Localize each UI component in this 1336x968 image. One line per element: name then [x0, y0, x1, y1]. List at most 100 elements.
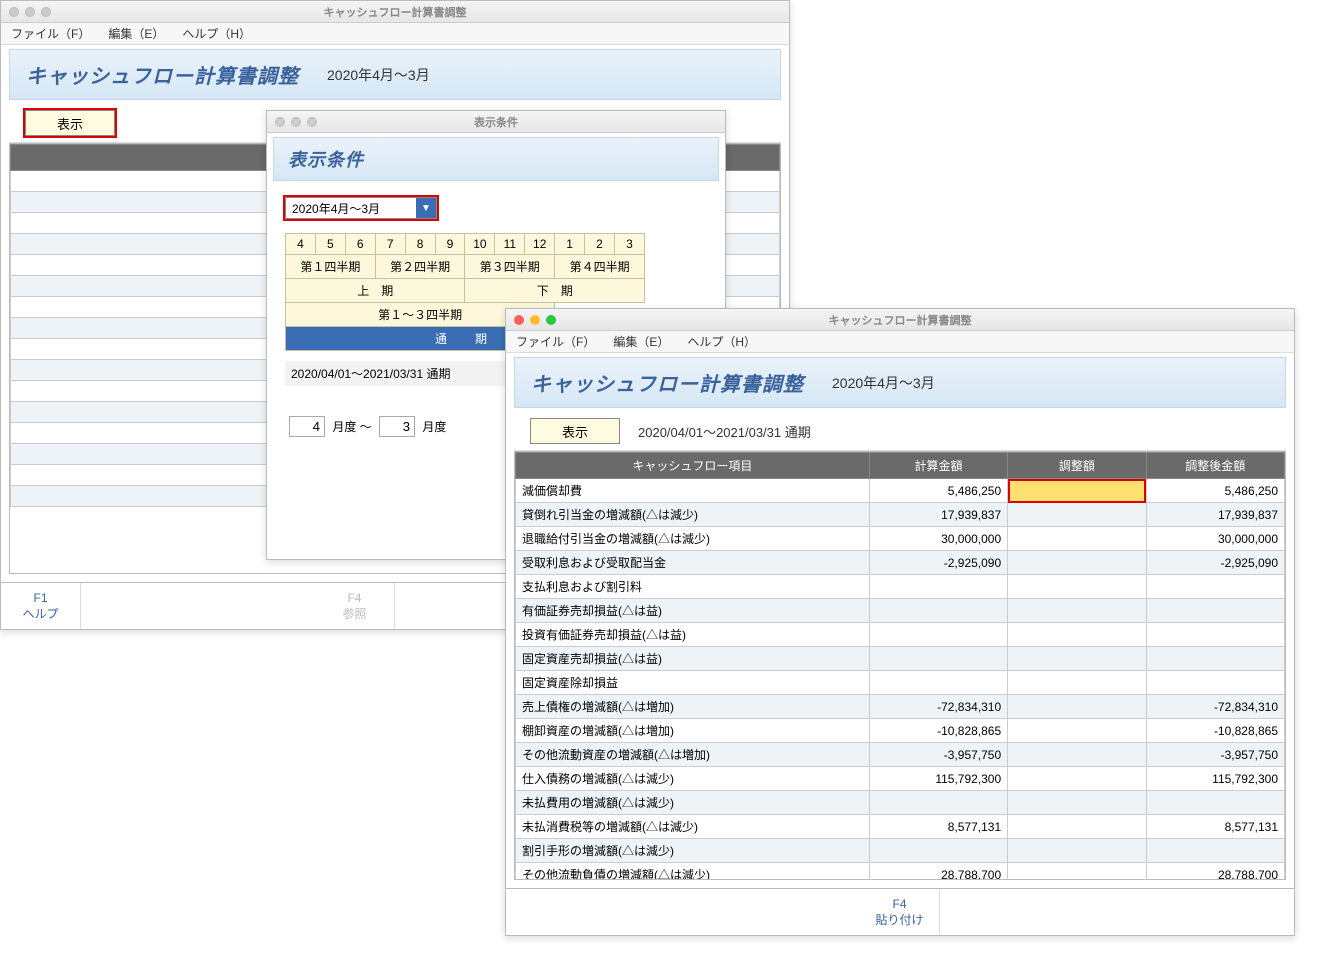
table-row[interactable]: 退職給付引当金の増減額(△は減少)30,000,00030,000,000 [516, 527, 1285, 551]
menu-file[interactable]: ファイル（F） [516, 333, 595, 350]
table-row[interactable]: 減価償却費5,486,2505,486,250 [516, 479, 1285, 503]
cell-item: 固定資産除却損益 [516, 671, 870, 695]
titlebar-front: キャッシュフロー計算書調整 [506, 309, 1294, 331]
cell-calc [869, 839, 1007, 863]
table-row[interactable]: 固定資産除却損益 [516, 671, 1285, 695]
fkey-f4-front[interactable]: F4貼り付け [860, 889, 940, 935]
cell-adj[interactable] [1008, 527, 1146, 551]
cell-adj[interactable] [1008, 551, 1146, 575]
cashflow-table-front: キャッシュフロー項目 計算金額 調整額 調整後金額 減価償却費5,486,250… [515, 452, 1285, 879]
cell-calc [869, 647, 1007, 671]
period-month-8[interactable]: 8 [405, 234, 435, 255]
period-month-3[interactable]: 3 [614, 234, 644, 255]
chevron-down-icon[interactable]: ▼ [416, 198, 436, 218]
cell-adj[interactable] [1008, 695, 1146, 719]
period-month-2[interactable]: 2 [585, 234, 615, 255]
period-label-front: 2020年4月～3月 [832, 373, 935, 393]
menu-edit[interactable]: 編集（E） [613, 333, 669, 350]
cell-adj[interactable] [1008, 503, 1146, 527]
window-title-front: キャッシュフロー計算書調整 [506, 312, 1294, 328]
table-row[interactable]: 投資有価証券売却損益(△は益) [516, 623, 1285, 647]
table-row[interactable]: 仕入債務の増減額(△は減少)115,792,300115,792,300 [516, 767, 1285, 791]
cell-after [1146, 839, 1284, 863]
range-text-front: 2020/04/01～2021/03/31 通期 [638, 422, 811, 441]
cell-adj[interactable] [1008, 647, 1146, 671]
period-quarter[interactable]: 第２四半期 [375, 255, 465, 279]
titlebar-dialog: 表示条件 [267, 111, 725, 133]
period-quarter[interactable]: 第３四半期 [465, 255, 555, 279]
table-row[interactable]: その他流動資産の増減額(△は増加)-3,957,750-3,957,750 [516, 743, 1285, 767]
period-month-10[interactable]: 10 [465, 234, 495, 255]
cell-after: 8,577,131 [1146, 815, 1284, 839]
period-quarter[interactable]: 第４四半期 [555, 255, 645, 279]
cell-calc: 30,000,000 [869, 527, 1007, 551]
dialog-title: 表示条件 [288, 146, 364, 172]
cell-adj[interactable] [1008, 599, 1146, 623]
page-title-front: キャッシュフロー計算書調整 [531, 368, 804, 397]
cell-adj[interactable] [1008, 791, 1146, 815]
period-month-5[interactable]: 5 [315, 234, 345, 255]
dialog-window-title: 表示条件 [267, 114, 725, 130]
table-row[interactable]: 割引手形の増減額(△は減少) [516, 839, 1285, 863]
table-row[interactable]: 未払費用の増減額(△は減少) [516, 791, 1285, 815]
cell-adj[interactable] [1008, 767, 1146, 791]
period-month-12[interactable]: 12 [525, 234, 555, 255]
period-combo[interactable]: ▼ [285, 197, 437, 219]
cell-adj[interactable] [1008, 671, 1146, 695]
menu-edit[interactable]: 編集（E） [108, 25, 164, 42]
fkey-f4-back[interactable]: F4参照 [315, 583, 395, 629]
cell-item: 割引手形の増減額(△は減少) [516, 839, 870, 863]
cell-adj[interactable] [1008, 575, 1146, 599]
cell-after [1146, 599, 1284, 623]
fkey-f1[interactable]: F1ヘルプ [1, 583, 81, 629]
table-row[interactable]: その他流動負債の増減額(△は減少)28,788,70028,788,700 [516, 863, 1285, 880]
period-month-6[interactable]: 6 [345, 234, 375, 255]
month-to-input[interactable] [379, 416, 415, 437]
period-month-11[interactable]: 11 [495, 234, 525, 255]
cell-adj[interactable] [1008, 719, 1146, 743]
cell-adj[interactable] [1008, 863, 1146, 880]
col-item: キャッシュフロー項目 [516, 453, 870, 479]
period-month-4[interactable]: 4 [286, 234, 316, 255]
period-combo-input[interactable] [286, 201, 416, 215]
cell-item: 貸倒れ引当金の増減額(△は減少) [516, 503, 870, 527]
table-row[interactable]: 固定資産売却損益(△は益) [516, 647, 1285, 671]
cell-after: -2,925,090 [1146, 551, 1284, 575]
menu-file[interactable]: ファイル（F） [11, 25, 90, 42]
cell-adj[interactable] [1008, 815, 1146, 839]
period-month-9[interactable]: 9 [435, 234, 465, 255]
main-window-front: キャッシュフロー計算書調整 ファイル（F） 編集（E） ヘルプ（H） キャッシュ… [505, 308, 1295, 936]
menu-help[interactable]: ヘルプ（H） [182, 25, 251, 42]
window-title-back: キャッシュフロー計算書調整 [1, 4, 789, 20]
period-lower-half[interactable]: 下 期 [465, 279, 645, 303]
cell-item: 支払利息および割引料 [516, 575, 870, 599]
menu-help[interactable]: ヘルプ（H） [687, 333, 756, 350]
cell-adj[interactable] [1008, 479, 1146, 503]
cell-after: -3,957,750 [1146, 743, 1284, 767]
display-button-back[interactable]: 表示 [25, 110, 115, 136]
table-row[interactable]: 受取利息および受取配当金-2,925,090-2,925,090 [516, 551, 1285, 575]
cell-adj[interactable] [1008, 839, 1146, 863]
cell-after [1146, 575, 1284, 599]
table-row[interactable]: 未払消費税等の増減額(△は減少)8,577,1318,577,131 [516, 815, 1285, 839]
period-quarter[interactable]: 第１四半期 [286, 255, 376, 279]
col-after: 調整後金額 [1146, 453, 1284, 479]
period-month-7[interactable]: 7 [375, 234, 405, 255]
table-row[interactable]: 棚卸資産の増減額(△は増加)-10,828,865-10,828,865 [516, 719, 1285, 743]
period-month-1[interactable]: 1 [555, 234, 585, 255]
table-row[interactable]: 有価証券売却損益(△は益) [516, 599, 1285, 623]
cell-after: 30,000,000 [1146, 527, 1284, 551]
month-from-input[interactable] [289, 416, 325, 437]
display-button-front[interactable]: 表示 [530, 418, 620, 444]
table-row[interactable]: 支払利息および割引料 [516, 575, 1285, 599]
table-row[interactable]: 売上債権の増減額(△は増加)-72,834,310-72,834,310 [516, 695, 1285, 719]
table-row[interactable]: 貸倒れ引当金の増減額(△は減少)17,939,83717,939,837 [516, 503, 1285, 527]
cell-calc [869, 671, 1007, 695]
period-upper-half[interactable]: 上 期 [286, 279, 465, 303]
cell-calc: -2,925,090 [869, 551, 1007, 575]
cell-item: その他流動資産の増減額(△は増加) [516, 743, 870, 767]
cell-adj[interactable] [1008, 743, 1146, 767]
cell-adj[interactable] [1008, 623, 1146, 647]
table-scroll-front[interactable]: キャッシュフロー項目 計算金額 調整額 調整後金額 減価償却費5,486,250… [515, 452, 1285, 879]
cell-calc [869, 575, 1007, 599]
